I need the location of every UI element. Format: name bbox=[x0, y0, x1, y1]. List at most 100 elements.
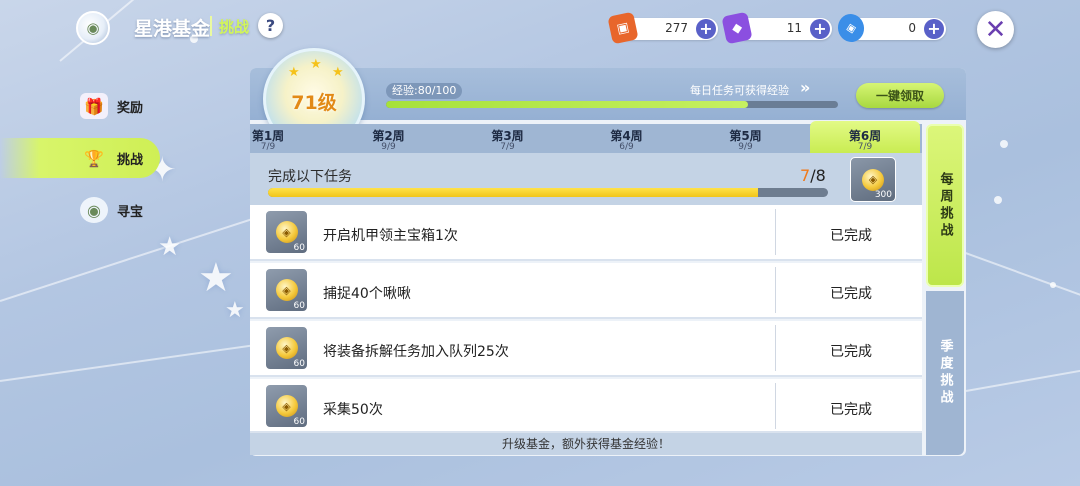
tab-week-4[interactable]: 第4周 6/9 bbox=[567, 124, 686, 153]
summary-done: 7 bbox=[800, 166, 811, 185]
summary-progress-bar bbox=[268, 188, 828, 197]
trophy-icon: 🏆 bbox=[84, 148, 104, 168]
sidebar-item-treasure[interactable]: ◉ 寻宝 bbox=[0, 190, 160, 230]
fund-coin-icon: ◈ bbox=[862, 168, 884, 191]
row-divider bbox=[775, 209, 776, 255]
task-name: 将装备拆解任务加入队列25次 bbox=[323, 344, 509, 360]
summary-title: 完成以下任务 bbox=[268, 169, 352, 185]
week-label: 第6周 bbox=[848, 129, 882, 143]
task-name: 开启机甲领主宝箱1次 bbox=[323, 228, 458, 244]
week-count: 9/9 bbox=[381, 142, 396, 152]
fund-logo-icon: ◉ bbox=[76, 11, 110, 45]
tab-weekly-challenge[interactable]: 每周挑战 bbox=[926, 124, 964, 287]
task-status: 已完成 bbox=[830, 402, 872, 418]
exp-progress-bar bbox=[386, 101, 838, 108]
resource-card-ticket: ▣ 277 + bbox=[607, 11, 718, 45]
resource-value: 11 bbox=[786, 21, 802, 35]
gift-icon: 🎁 bbox=[80, 93, 108, 119]
sidebar-item-challenge[interactable]: 🏆 挑战 bbox=[0, 138, 160, 178]
resource-value: 0 bbox=[908, 21, 916, 35]
week-label: 第3周 bbox=[491, 129, 524, 143]
sidebar-item-label: 奖励 bbox=[117, 100, 144, 116]
bg-streak bbox=[959, 250, 1080, 307]
tab-week-1[interactable]: 第1周 7/9 bbox=[250, 124, 286, 153]
tab-season-challenge[interactable]: 季度挑战 bbox=[926, 291, 964, 455]
reward-amount: 60 bbox=[293, 243, 305, 253]
page-title: 星港基金 bbox=[134, 18, 211, 40]
row-divider bbox=[775, 383, 776, 429]
task-row: ◈ 60 将装备拆解任务加入队列25次 已完成 bbox=[250, 321, 922, 377]
task-row: ◈ 60 捕捉40个啾啾 已完成 bbox=[250, 263, 922, 319]
week-count: 7/9 bbox=[500, 142, 515, 152]
bg-star-icon: ★ bbox=[225, 298, 245, 323]
title-divider bbox=[210, 16, 212, 36]
fund-coin-icon: ◈ bbox=[275, 395, 298, 417]
week-count: 9/9 bbox=[738, 142, 753, 152]
bg-dot bbox=[1050, 282, 1056, 288]
week-count: 7/9 bbox=[857, 142, 873, 152]
help-button[interactable]: ? bbox=[258, 13, 283, 38]
task-status: 已完成 bbox=[830, 286, 872, 302]
upgrade-fund-note: 升级基金，额外获得基金经验！ bbox=[250, 433, 922, 455]
exp-progress-fill bbox=[386, 101, 748, 108]
summary-total: /8 bbox=[810, 166, 826, 185]
resource-blue-crystal: ◈ 0 + bbox=[835, 11, 946, 45]
daily-exp-hint: 每日任务可获得经验 bbox=[690, 84, 789, 97]
tab-week-6[interactable]: 第6周 7/9 bbox=[810, 121, 920, 153]
week-label: 第5周 bbox=[729, 129, 762, 143]
level-label: 71级 bbox=[291, 91, 337, 114]
task-name: 捕捉40个啾啾 bbox=[323, 286, 411, 302]
task-name: 采集50次 bbox=[323, 402, 383, 418]
page-subtitle: 挑战 bbox=[219, 18, 250, 36]
task-status: 已完成 bbox=[830, 344, 872, 360]
summary-count: 7/8 bbox=[800, 166, 826, 185]
add-purple-ticket-button[interactable]: + bbox=[810, 19, 830, 39]
arrow-right-icon[interactable]: » bbox=[800, 78, 810, 97]
resource-value: 277 bbox=[665, 21, 688, 35]
fund-coin-icon: ◈ bbox=[275, 279, 298, 301]
bg-streak bbox=[965, 365, 1080, 392]
tab-week-5[interactable]: 第5周 9/9 bbox=[686, 124, 805, 153]
task-reward[interactable]: ◈ 60 bbox=[265, 268, 308, 312]
task-reward[interactable]: ◈ 60 bbox=[265, 326, 308, 370]
week-label: 第4周 bbox=[610, 129, 643, 143]
close-button[interactable]: ✕ bbox=[977, 11, 1014, 48]
add-card-ticket-button[interactable]: + bbox=[696, 19, 716, 39]
add-blue-crystal-button[interactable]: + bbox=[924, 19, 944, 39]
task-row: ◈ 60 采集50次 已完成 bbox=[250, 379, 922, 433]
bg-dot bbox=[994, 196, 1002, 204]
bg-dot bbox=[1000, 140, 1008, 148]
bg-star-icon: ★ bbox=[198, 255, 234, 301]
task-status: 已完成 bbox=[830, 228, 872, 244]
task-row: ◈ 60 开启机甲领主宝箱1次 已完成 bbox=[250, 205, 922, 261]
week-tabs: 第1周 7/9 第2周 9/9 第3周 7/9 第4周 6/9 第5周 9/9 … bbox=[250, 121, 922, 153]
tab-week-3[interactable]: 第3周 7/9 bbox=[448, 124, 567, 153]
star-icon: ★ bbox=[288, 65, 300, 80]
week-label: 第2周 bbox=[372, 129, 405, 143]
reward-amount: 60 bbox=[293, 359, 305, 369]
week-count: 6/9 bbox=[619, 142, 634, 152]
summary-reward[interactable]: ◈ 300 bbox=[850, 157, 896, 202]
purple-ticket-icon: ◆ bbox=[721, 11, 753, 45]
star-icon: ★ bbox=[310, 57, 322, 72]
summary-progress-fill bbox=[268, 188, 758, 197]
week-label: 第1周 bbox=[251, 129, 285, 143]
treasure-icon: ◉ bbox=[80, 197, 108, 223]
resource-purple-ticket: ◆ 11 + bbox=[721, 11, 832, 45]
week-count: 7/9 bbox=[260, 142, 276, 152]
exp-label: 经验:80/100 bbox=[386, 83, 463, 99]
row-divider bbox=[775, 267, 776, 313]
fund-coin-icon: ◈ bbox=[275, 221, 298, 243]
card-ticket-icon: ▣ bbox=[607, 11, 639, 45]
claim-all-button[interactable]: 一键领取 bbox=[856, 83, 944, 108]
sidebar-item-rewards[interactable]: 🎁 奖励 bbox=[0, 86, 160, 126]
reward-amount: 300 bbox=[874, 190, 892, 200]
star-icon: ★ bbox=[332, 65, 344, 80]
task-reward[interactable]: ◈ 60 bbox=[265, 384, 308, 428]
tab-week-2[interactable]: 第2周 9/9 bbox=[329, 124, 448, 153]
fund-coin-icon: ◈ bbox=[275, 337, 298, 359]
sidebar-item-label: 挑战 bbox=[117, 152, 144, 168]
blue-crystal-icon: ◈ bbox=[835, 11, 867, 45]
reward-amount: 60 bbox=[293, 417, 305, 427]
task-reward[interactable]: ◈ 60 bbox=[265, 210, 308, 254]
